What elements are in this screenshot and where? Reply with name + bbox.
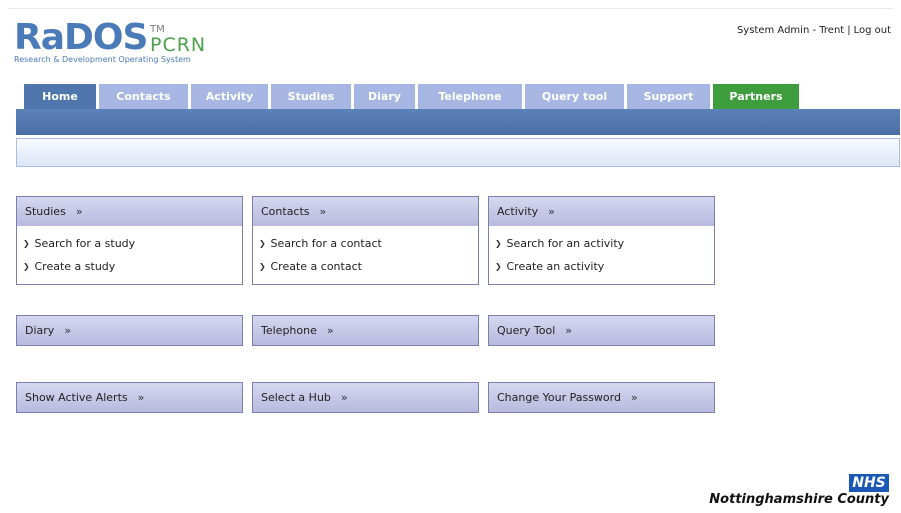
query-tool-panel-title: Query Tool (497, 324, 556, 337)
chevron-right-icon: » (75, 205, 83, 218)
tab-activity[interactable]: Activity (191, 84, 268, 110)
tab-query-tool[interactable]: Query tool (525, 84, 624, 110)
bullet-icon: ❯ (495, 262, 502, 271)
studies-panel-header[interactable]: Studies » (17, 197, 242, 226)
current-user: System Admin - Trent (736, 25, 845, 36)
chevron-right-icon: » (319, 205, 327, 218)
alerts-panel: Show Active Alerts » (16, 382, 243, 413)
bullet-icon: ❯ (259, 262, 266, 271)
tab-contacts[interactable]: Contacts (99, 84, 188, 110)
tab-studies[interactable]: Studies (271, 84, 351, 110)
logo-wordmark: RaDOS (14, 17, 148, 58)
tab-support[interactable]: Support (627, 84, 710, 110)
sub-nav-bar (16, 138, 900, 167)
password-panel-header[interactable]: Change Your Password » (489, 383, 714, 412)
create-contact-label: Create a contact (270, 260, 362, 273)
tab-home[interactable]: Home (24, 84, 96, 110)
chevron-right-icon: » (630, 391, 638, 404)
hub-panel: Select a Hub » (252, 382, 479, 413)
chevron-right-icon: » (548, 205, 555, 218)
chevron-right-icon: » (340, 391, 348, 404)
telephone-panel-header[interactable]: Telephone » (253, 316, 478, 345)
password-panel: Change Your Password » (488, 382, 715, 413)
nhs-logo: NHS Nottinghamshire County (709, 474, 889, 513)
search-contact-link[interactable]: ❯ Search for a contact (259, 232, 470, 255)
user-bar-separator: | (847, 25, 851, 36)
search-contact-label: Search for a contact (270, 237, 382, 250)
create-study-link[interactable]: ❯ Create a study (23, 255, 234, 278)
search-study-label: Search for a study (34, 237, 136, 250)
hub-panel-header[interactable]: Select a Hub » (253, 383, 478, 412)
password-panel-title: Change Your Password (497, 391, 621, 404)
bullet-icon: ❯ (495, 239, 502, 248)
search-study-link[interactable]: ❯ Search for a study (23, 232, 234, 255)
search-activity-label: Search for an activity (506, 237, 625, 250)
bullet-icon: ❯ (23, 262, 30, 271)
tab-diary[interactable]: Diary (354, 84, 415, 110)
bullet-icon: ❯ (259, 239, 266, 248)
telephone-panel: Telephone » (252, 315, 479, 346)
diary-panel: Diary » (16, 315, 243, 346)
activity-panel: Activity » ❯ Search for an activity ❯ Cre… (488, 196, 715, 285)
alerts-panel-title: Show Active Alerts (25, 391, 128, 404)
query-tool-panel: Query Tool » (488, 315, 715, 346)
contacts-panel: Contacts » ❯ Search for a contact ❯ Creat… (252, 196, 479, 285)
search-activity-link[interactable]: ❯ Search for an activity (495, 232, 706, 255)
query-tool-panel-header[interactable]: Query Tool » (489, 316, 714, 345)
rados-logo[interactable]: RaDOS TM PCRN Research & Development Ope… (14, 18, 264, 68)
hub-panel-title: Select a Hub (261, 391, 331, 404)
create-activity-label: Create an activity (506, 260, 605, 273)
studies-panel-title: Studies (25, 205, 66, 218)
logout-link[interactable]: Log out (854, 25, 891, 36)
nhs-organisation-name: Nottinghamshire County (709, 492, 889, 507)
studies-panel: Studies » ❯ Search for a study ❯ Create a… (16, 196, 243, 285)
create-contact-link[interactable]: ❯ Create a contact (259, 255, 470, 278)
diary-panel-title: Diary (25, 324, 55, 337)
chevron-right-icon: » (137, 391, 145, 404)
tab-telephone[interactable]: Telephone (418, 84, 522, 110)
top-divider (8, 8, 893, 9)
activity-panel-header[interactable]: Activity » (489, 197, 714, 226)
logo-pcrn: PCRN (150, 34, 207, 56)
activity-panel-title: Activity (497, 205, 539, 218)
contacts-panel-title: Contacts (261, 205, 310, 218)
create-activity-link[interactable]: ❯ Create an activity (495, 255, 706, 278)
diary-panel-header[interactable]: Diary » (17, 316, 242, 345)
nav-band (16, 109, 900, 135)
chevron-right-icon: » (326, 324, 334, 337)
nhs-badge: NHS (849, 474, 889, 492)
contacts-panel-header[interactable]: Contacts » (253, 197, 478, 226)
tab-partners[interactable]: Partners (713, 84, 799, 110)
user-bar: System Admin - Trent | Log out (737, 25, 891, 36)
create-study-label: Create a study (34, 260, 116, 273)
bullet-icon: ❯ (23, 239, 30, 248)
alerts-panel-header[interactable]: Show Active Alerts » (17, 383, 242, 412)
chevron-right-icon: » (64, 324, 72, 337)
telephone-panel-title: Telephone (261, 324, 317, 337)
chevron-right-icon: » (565, 324, 573, 337)
logo-subtitle: Research & Development Operating System (14, 55, 191, 64)
